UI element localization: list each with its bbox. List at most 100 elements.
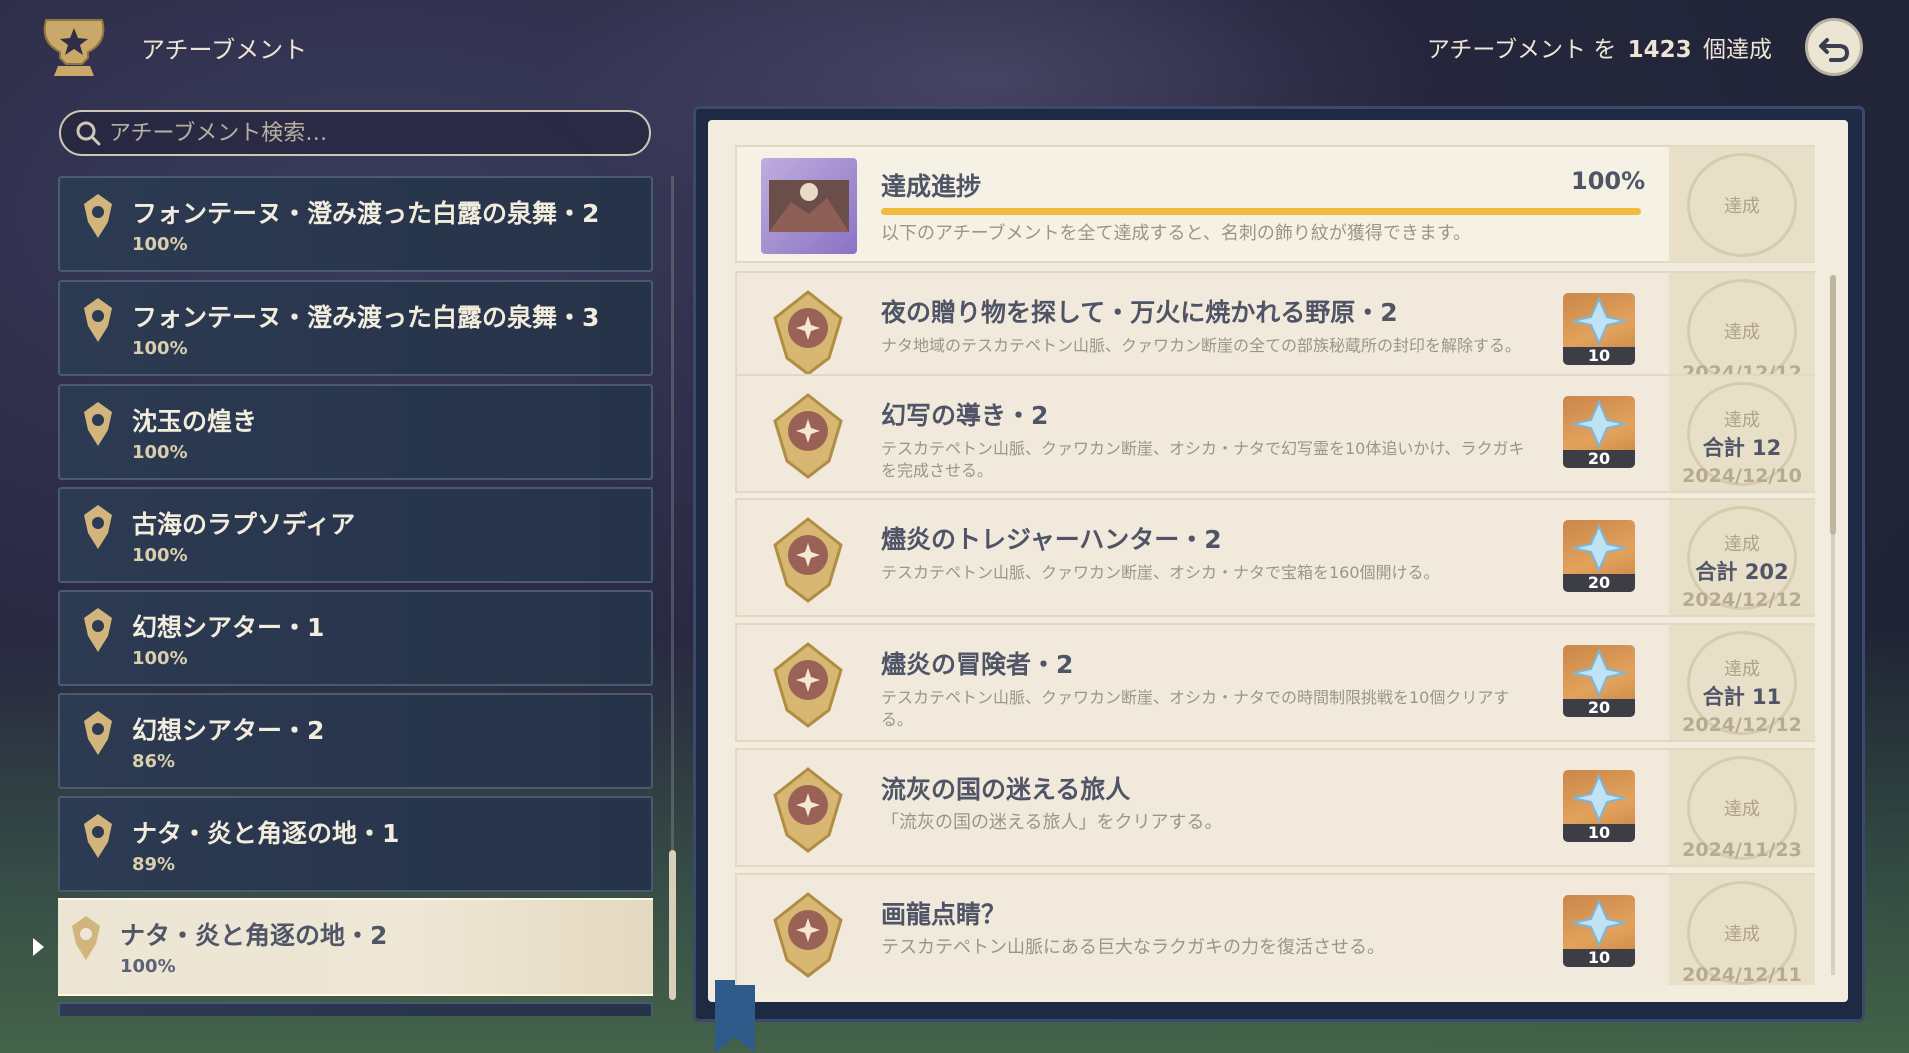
seal-label: 達成	[1724, 533, 1760, 555]
achievement-title: 燼炎のトレジャーハンター・2	[881, 525, 1222, 554]
back-button[interactable]	[1805, 18, 1863, 76]
category-percent: 100%	[132, 338, 188, 359]
achievement-scroll-thumb[interactable]	[1830, 275, 1836, 535]
category-emblem-icon	[84, 814, 112, 858]
completion-date: 2024/12/12	[1682, 589, 1802, 611]
achievement-description: ナタ地域のテスカテペトン山脈、クァワカン断崖の全ての部族秘蔵所の封印を解除する。	[881, 336, 1522, 355]
category-emblem-icon	[84, 402, 112, 446]
category-name: 幻想シアター・1	[132, 613, 325, 642]
progress-bar-fill	[881, 208, 1641, 215]
category-item[interactable]	[58, 1002, 653, 1016]
reward-item[interactable]: 20	[1563, 520, 1635, 592]
reward-item[interactable]: 10	[1563, 770, 1635, 842]
achievement-row: 燼炎のトレジャーハンター・2 テスカテペトン山脈、クァワカン断崖、オシカ・ナタで…	[735, 498, 1815, 617]
seal-total: 合計 12	[1702, 435, 1782, 460]
namecard-thumbnail	[761, 158, 857, 254]
category-scroll-thumb[interactable]	[669, 850, 676, 1000]
progress-percent: 100%	[1571, 167, 1646, 195]
reward-amount: 20	[1563, 699, 1635, 717]
header: アチーブメント アチーブメント を 1423 個達成	[0, 0, 1909, 100]
category-percent: 100%	[132, 234, 188, 255]
reward-amount: 10	[1563, 347, 1635, 365]
seal-label: 達成	[1724, 798, 1760, 820]
category-percent: 100%	[132, 442, 188, 463]
primogem-icon	[1572, 296, 1626, 346]
achievement-row: 燼炎の冒険者・2 テスカテペトン山脈、クァワカン断崖、オシカ・ナタでの時間制限挑…	[735, 623, 1815, 742]
achievement-medal-icon	[773, 642, 843, 728]
seal-total: 合計 202	[1695, 559, 1789, 584]
achievement-row: 画龍点睛？ テスカテペトン山脈にある巨大なラクガキの力を復活させる。 10 達成…	[735, 873, 1815, 985]
achievement-row: 夜の贈り物を探して・万火に焼かれる野原・2 ナタ地域のテスカテペトン山脈、クァワ…	[735, 271, 1815, 390]
back-icon	[1819, 38, 1850, 62]
completion-seal: 達成 2024/12/11	[1669, 875, 1815, 985]
completion-seal: 達成 2024/12/12	[1669, 273, 1815, 388]
search-bar[interactable]	[59, 110, 651, 156]
achievement-description: テスカテペトン山脈にある巨大なラクガキの力を復活させる。	[881, 937, 1385, 958]
seal-label: 達成	[1724, 321, 1760, 343]
selection-arrow-icon	[33, 938, 44, 956]
category-item-selected[interactable]: ナタ・炎と角逐の地・2 100%	[58, 898, 653, 996]
category-item[interactable]: ナタ・炎と角逐の地・1 89%	[58, 796, 653, 892]
achievement-count: アチーブメント を 1423 個達成	[1427, 30, 1772, 64]
completion-date: 2024/12/10	[1682, 465, 1802, 487]
category-item[interactable]: 幻想シアター・2 86%	[58, 693, 653, 789]
primogem-icon	[1572, 399, 1626, 449]
completion-date: 2024/11/23	[1682, 839, 1802, 861]
achievement-medal-icon	[773, 517, 843, 603]
completion-seal: 達成 2024/11/23	[1669, 750, 1815, 865]
seal-label: 達成	[1724, 195, 1760, 217]
reward-item[interactable]: 20	[1563, 645, 1635, 717]
seal-label: 達成	[1724, 658, 1760, 680]
achievement-medal-icon	[773, 767, 843, 853]
completion-date: 2024/12/12	[1682, 714, 1802, 736]
category-item[interactable]: フォンテーヌ・澄み渡った白露の泉舞・2 100%	[58, 176, 653, 272]
category-name: ナタ・炎と角逐の地・2	[120, 921, 388, 950]
achievement-title: 流灰の国の迷える旅人	[881, 775, 1131, 804]
category-percent: 100%	[132, 545, 188, 566]
achievement-description: テスカテペトン山脈、クァワカン断崖、オシカ・ナタで宝箱を160個開ける。	[881, 563, 1440, 582]
primogem-icon	[1572, 773, 1626, 823]
achievement-title: 燼炎の冒険者・2	[881, 650, 1074, 679]
reward-item[interactable]: 20	[1563, 396, 1635, 468]
achievement-scrollbar[interactable]	[1830, 275, 1836, 975]
category-item[interactable]: 沈玉の煌き 100%	[58, 384, 653, 480]
achievement-medal-icon	[773, 290, 843, 376]
page-title: アチーブメント	[141, 36, 308, 64]
category-emblem-icon	[84, 608, 112, 652]
category-name: フォンテーヌ・澄み渡った白露の泉舞・2	[132, 199, 600, 228]
search-icon	[76, 121, 101, 146]
count-value: 1423	[1627, 37, 1692, 63]
progress-description: 以下のアチーブメントを全て達成すると、名刺の飾り紋が獲得できます。	[881, 223, 1472, 244]
seal-label: 達成	[1724, 923, 1760, 945]
category-emblem-icon	[84, 711, 112, 755]
category-item[interactable]: 幻想シアター・1 100%	[58, 590, 653, 686]
achievement-medal-icon	[773, 393, 843, 479]
category-name: ナタ・炎と角逐の地・1	[132, 819, 400, 848]
achievement-description: テスカテペトン山脈、クァワカン断崖、オシカ・ナタでの時間制限挑戦を10個クリアす…	[881, 688, 1510, 729]
achievement-list: 達成進捗 100% 以下のアチーブメントを全て達成すると、名刺の飾り紋が獲得でき…	[735, 145, 1815, 985]
reward-item[interactable]: 10	[1563, 293, 1635, 365]
category-emblem-icon	[84, 298, 112, 342]
category-item[interactable]: 古海のラプソディア 100%	[58, 487, 653, 583]
category-percent: 89%	[132, 854, 176, 875]
reward-amount: 10	[1563, 949, 1635, 967]
reward-amount: 20	[1563, 574, 1635, 592]
category-emblem-icon	[84, 505, 112, 549]
trophy-icon	[36, 12, 112, 82]
completion-seal: 達成	[1669, 147, 1815, 262]
category-item[interactable]: フォンテーヌ・澄み渡った白露の泉舞・3 100%	[58, 280, 653, 376]
category-emblem-icon	[84, 194, 112, 238]
progress-bar	[881, 208, 1641, 215]
category-percent: 100%	[132, 648, 188, 669]
completion-seal: 達成合計 12 2024/12/10	[1669, 376, 1815, 491]
achievement-title: 幻写の導き・2	[881, 401, 1049, 430]
seal-label: 達成	[1724, 409, 1760, 431]
search-input[interactable]	[109, 120, 609, 146]
achievement-row: 幻写の導き・2 テスカテペトン山脈、クァワカン断崖、オシカ・ナタで幻写霊を10体…	[735, 374, 1815, 493]
category-percent: 100%	[120, 956, 176, 977]
achievement-row: 流灰の国の迷える旅人 「流灰の国の迷える旅人」をクリアする。 10 達成 2024…	[735, 748, 1815, 867]
primogem-icon	[1572, 648, 1626, 698]
category-name: 幻想シアター・2	[132, 716, 325, 745]
completion-date: 2024/12/11	[1682, 964, 1802, 985]
reward-item[interactable]: 10	[1563, 895, 1635, 967]
